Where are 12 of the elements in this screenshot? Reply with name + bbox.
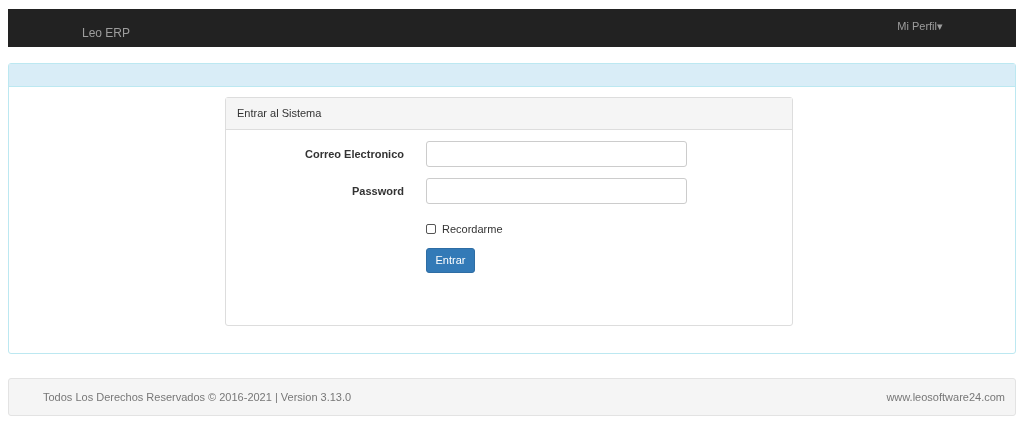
checkbox-label: Recordarme <box>442 222 503 237</box>
copyright-text: Todos Los Derechos Reservados © 2016-2021 | Version 3.13.0 <box>43 389 352 405</box>
field-label: Password <box>351 183 404 199</box>
card-title: Entrar al Sistema <box>237 106 322 122</box>
website-link[interactable]: www.leosoftware24.com <box>886 388 1005 406</box>
field-label: Correo Electronico <box>303 146 404 162</box>
profile-menu[interactable]: Mi Perfil▾ <box>897 17 943 35</box>
remember-checkbox[interactable] <box>426 224 436 235</box>
input-field[interactable] <box>426 141 687 167</box>
input-field[interactable] <box>426 178 687 204</box>
brand[interactable]: Leo ERP <box>82 23 131 42</box>
submit-button[interactable]: Entrar <box>426 247 475 273</box>
